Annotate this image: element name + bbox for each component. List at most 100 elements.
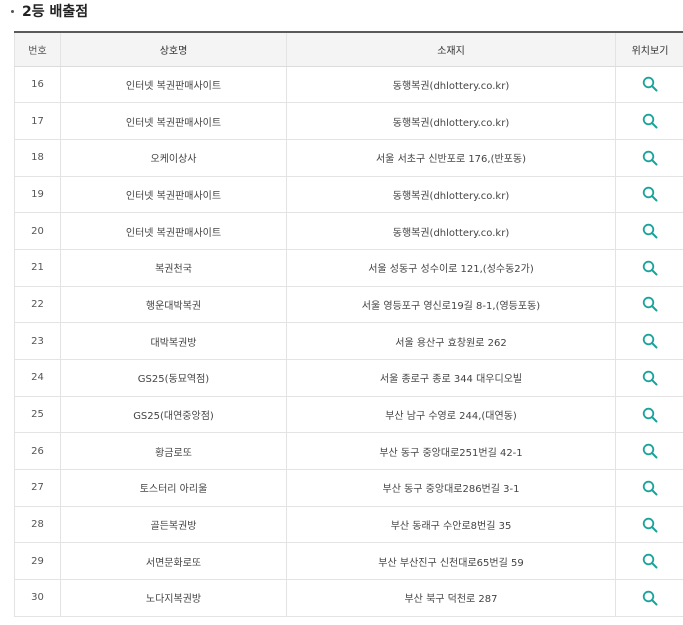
row-store-name: 노다지복권방 — [60, 579, 287, 617]
row-store-name: 오케이상사 — [60, 138, 287, 177]
row-location — [615, 432, 683, 471]
row-location — [615, 248, 683, 287]
table-body: 16 인터넷 복권판매사이트 동행복권(dhlottery.co.kr) 17 인터넷 … — [14, 65, 683, 617]
row-location — [615, 102, 683, 140]
search-icon[interactable] — [639, 257, 661, 279]
table-row: 18 오케이상사 서울 서초구 신반포로 176,(반포동) — [14, 138, 683, 177]
row-location — [615, 285, 683, 324]
row-address: 부산 동구 중앙대로286번길 3-1 — [286, 469, 616, 507]
search-icon[interactable] — [639, 440, 661, 462]
search-icon[interactable] — [639, 73, 661, 95]
table-row: 30 노다지복권방 부산 북구 덕천로 287 — [14, 579, 683, 617]
row-store-name: 인터넷 복권판매사이트 — [60, 65, 287, 104]
row-number: 17 — [14, 102, 61, 140]
winner-store-table: 번호 상호명 소재지 위치보기 16 인터넷 복권판매사이트 동행복권(dhlott… — [14, 31, 683, 617]
row-location — [615, 359, 683, 397]
row-number: 20 — [14, 212, 61, 250]
table-row: 29 서면문화로또 부산 부산진구 신천대로65번길 59 — [14, 542, 683, 581]
row-store-name: GS25(대연중앙점) — [60, 395, 287, 434]
row-store-name: 복권천국 — [60, 248, 287, 287]
search-icon[interactable] — [639, 477, 661, 499]
search-icon[interactable] — [639, 293, 661, 315]
row-number: 18 — [14, 138, 61, 177]
row-address: 동행복권(dhlottery.co.kr) — [286, 102, 616, 140]
row-location — [615, 505, 683, 544]
row-address: 부산 동래구 수안로8번길 35 — [286, 505, 616, 544]
row-location — [615, 542, 683, 581]
row-address: 부산 부산진구 신천대로65번길 59 — [286, 542, 616, 581]
table-row: 16 인터넷 복권판매사이트 동행복권(dhlottery.co.kr) — [14, 65, 683, 104]
search-icon[interactable] — [639, 514, 661, 536]
row-location — [615, 395, 683, 434]
row-address: 부산 동구 중앙대로251번길 42-1 — [286, 432, 616, 471]
row-location — [615, 138, 683, 177]
row-address: 서울 영등포구 영신로19길 8-1,(영등포동) — [286, 285, 616, 324]
search-icon[interactable] — [639, 220, 661, 242]
row-store-name: 토스터리 아리울 — [60, 469, 287, 507]
row-number: 27 — [14, 469, 61, 507]
row-number: 19 — [14, 175, 61, 214]
row-address: 서울 용산구 효창원로 262 — [286, 322, 616, 360]
table-row: 20 인터넷 복권판매사이트 동행복권(dhlottery.co.kr) — [14, 212, 683, 250]
row-address: 서울 종로구 종로 344 대우디오빌 — [286, 359, 616, 397]
row-number: 21 — [14, 248, 61, 287]
search-icon[interactable] — [639, 147, 661, 169]
row-address: 동행복권(dhlottery.co.kr) — [286, 175, 616, 214]
row-location — [615, 212, 683, 250]
row-store-name: GS25(동묘역점) — [60, 359, 287, 397]
row-address: 서울 성동구 성수이로 121,(성수동2가) — [286, 248, 616, 287]
row-address: 동행복권(dhlottery.co.kr) — [286, 65, 616, 104]
row-number: 16 — [14, 65, 61, 104]
table-row: 23 대박복권방 서울 용산구 효창원로 262 — [14, 322, 683, 360]
table-row: 19 인터넷 복권판매사이트 동행복권(dhlottery.co.kr) — [14, 175, 683, 214]
table-header-row: 번호 상호명 소재지 위치보기 — [14, 31, 683, 67]
search-icon[interactable] — [639, 587, 661, 609]
header-address: 소재지 — [286, 31, 616, 67]
table-row: 25 GS25(대연중앙점) 부산 남구 수영로 244,(대연동) — [14, 395, 683, 434]
row-location — [615, 579, 683, 617]
row-address: 부산 북구 덕천로 287 — [286, 579, 616, 617]
row-location — [615, 322, 683, 360]
search-icon[interactable] — [639, 404, 661, 426]
table-row: 22 행운대박복권 서울 영등포구 영신로19길 8-1,(영등포동) — [14, 285, 683, 324]
section-title-text: 2등 배출점 — [22, 4, 89, 20]
table-row: 26 황금로또 부산 동구 중앙대로251번길 42-1 — [14, 432, 683, 471]
row-number: 25 — [14, 395, 61, 434]
row-location — [615, 65, 683, 104]
section-title: 2등 배출점 — [11, 0, 88, 22]
header-no: 번호 — [14, 31, 61, 67]
row-store-name: 인터넷 복권판매사이트 — [60, 102, 287, 140]
header-location: 위치보기 — [615, 31, 683, 67]
page: 2등 배출점 번호 상호명 소재지 위치보기 16 인터넷 복권판매사이트 동행복권… — [0, 0, 683, 625]
row-store-name: 골든복권방 — [60, 505, 287, 544]
search-icon[interactable] — [639, 367, 661, 389]
header-store-name: 상호명 — [60, 31, 287, 67]
row-store-name: 황금로또 — [60, 432, 287, 471]
row-number: 30 — [14, 579, 61, 617]
row-address: 부산 남구 수영로 244,(대연동) — [286, 395, 616, 434]
row-number: 28 — [14, 505, 61, 544]
row-location — [615, 175, 683, 214]
search-icon[interactable] — [639, 550, 661, 572]
row-store-name: 인터넷 복권판매사이트 — [60, 175, 287, 214]
row-number: 22 — [14, 285, 61, 324]
table-row: 28 골든복권방 부산 동래구 수안로8번길 35 — [14, 505, 683, 544]
table-row: 17 인터넷 복권판매사이트 동행복권(dhlottery.co.kr) — [14, 102, 683, 140]
table-row: 27 토스터리 아리울 부산 동구 중앙대로286번길 3-1 — [14, 469, 683, 507]
search-icon[interactable] — [639, 330, 661, 352]
row-store-name: 인터넷 복권판매사이트 — [60, 212, 287, 250]
row-number: 24 — [14, 359, 61, 397]
row-store-name: 서면문화로또 — [60, 542, 287, 581]
row-store-name: 대박복권방 — [60, 322, 287, 360]
bullet-icon — [11, 9, 14, 13]
row-address: 서울 서초구 신반포로 176,(반포동) — [286, 138, 616, 177]
search-icon[interactable] — [639, 110, 661, 132]
row-store-name: 행운대박복권 — [60, 285, 287, 324]
row-number: 23 — [14, 322, 61, 360]
table-row: 21 복권천국 서울 성동구 성수이로 121,(성수동2가) — [14, 248, 683, 287]
row-address: 동행복권(dhlottery.co.kr) — [286, 212, 616, 250]
row-location — [615, 469, 683, 507]
row-number: 29 — [14, 542, 61, 581]
row-number: 26 — [14, 432, 61, 471]
search-icon[interactable] — [639, 183, 661, 205]
